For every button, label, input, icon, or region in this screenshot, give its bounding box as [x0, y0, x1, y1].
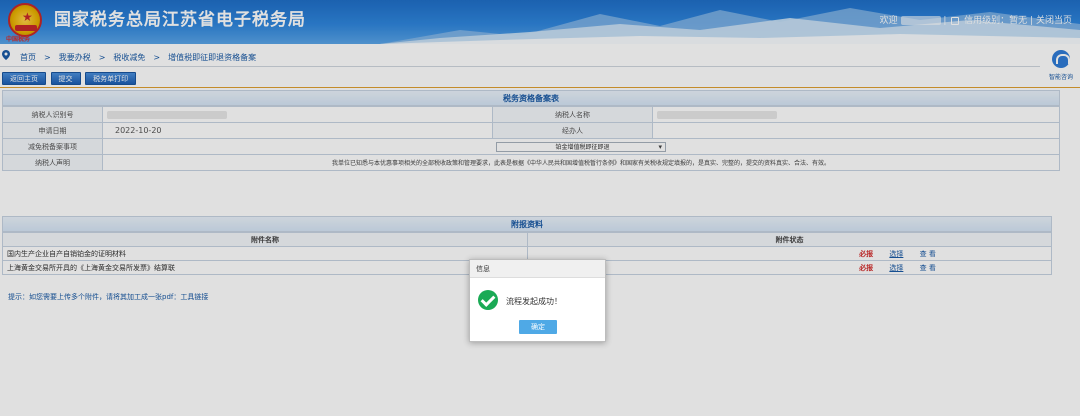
success-check-icon: [478, 290, 498, 310]
dialog-title: 信息: [470, 260, 605, 278]
info-dialog: 信息 流程发起成功！ 确定: [469, 259, 606, 342]
modal-overlay: [0, 0, 1080, 416]
ok-button[interactable]: 确定: [519, 320, 557, 334]
dialog-message: 流程发起成功！: [506, 297, 562, 306]
dialog-body: 流程发起成功！: [478, 290, 598, 312]
